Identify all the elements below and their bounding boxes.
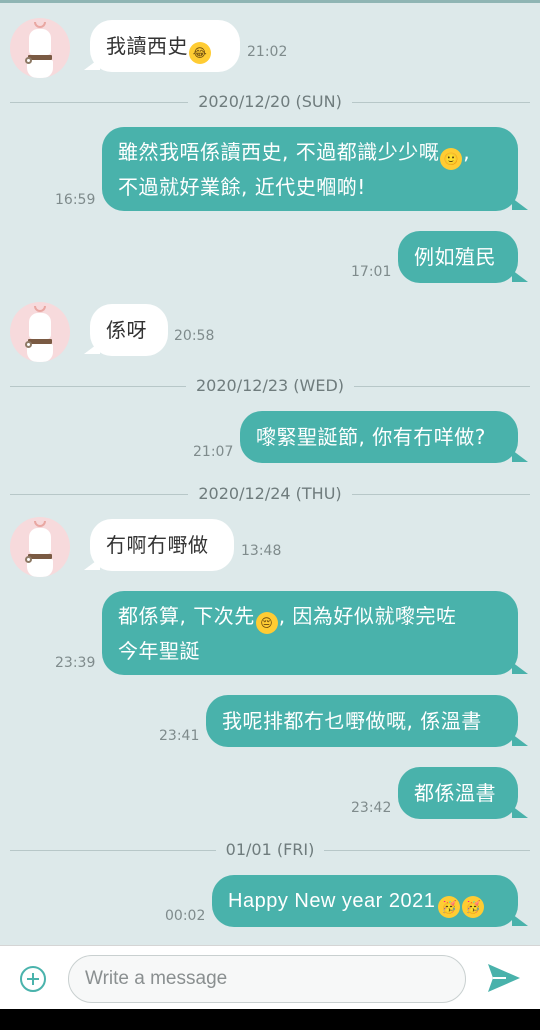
composer-bar	[0, 945, 540, 1009]
bubble-tail	[512, 662, 528, 674]
party-face-emoji-icon: 🥳	[462, 896, 485, 918]
message-bubble-outgoing[interactable]: 嚟緊聖誕節, 你有冇咩做?	[240, 411, 518, 463]
bubble-tail	[512, 806, 528, 818]
date-label: 2020/12/23 (WED)	[185, 376, 355, 395]
top-divider	[0, 0, 540, 3]
chat-area[interactable]: 我讀西史 😂 21:02 2020/12/20 (SUN) 雖然我唔係讀西史, 不…	[0, 0, 540, 945]
message-bubble-outgoing[interactable]: 都係溫書	[398, 767, 518, 819]
contact-avatar[interactable]	[10, 18, 70, 78]
message-text: 係呀	[106, 318, 147, 342]
send-icon[interactable]	[486, 962, 522, 994]
message-bubble-incoming[interactable]: 冇啊冇嘢做	[90, 519, 234, 571]
system-nav-bar	[0, 1009, 540, 1030]
message-text: Happy New year 2021	[228, 890, 436, 912]
message-text: 都係算, 下次先	[118, 604, 255, 628]
message-bubble-outgoing[interactable]: Happy New year 2021 🥳 🥳	[212, 875, 518, 927]
smiling-emoji-icon: 🙂	[440, 148, 463, 170]
date-label: 01/01 (FRI)	[215, 840, 325, 859]
message-time: 13:48	[241, 543, 282, 559]
message-bubble-outgoing[interactable]: 例如殖民	[398, 231, 518, 283]
bubble-tail	[512, 450, 528, 462]
laughing-emoji-icon: 😂	[189, 42, 211, 64]
message-time: 23:41	[159, 728, 200, 744]
message-bubble-incoming[interactable]: 係呀	[90, 304, 168, 356]
message-bubble-outgoing[interactable]: 都係算, 下次先 😔, 因為好似就嚟完咗 今年聖誕	[102, 591, 518, 675]
message-text: 例如殖民	[414, 245, 496, 269]
message-text: 不過就好業餘, 近代史嗰啲!	[118, 175, 366, 199]
message-time: 16:59	[55, 192, 96, 208]
message-text: 今年聖誕	[118, 639, 200, 663]
pensive-emoji-icon: 😔	[255, 612, 278, 634]
message-text: 我呢排都冇乜嘢做嘅, 係溫書	[222, 709, 482, 733]
message-text: 都係溫書	[414, 781, 496, 805]
message-text: 嚟緊聖誕節, 你有冇咩做?	[256, 425, 486, 449]
date-separator: 2020/12/23 (WED)	[10, 376, 530, 396]
date-separator: 2020/12/24 (THU)	[10, 484, 530, 504]
message-input[interactable]	[68, 955, 466, 1003]
party-face-emoji-icon: 🥳	[438, 896, 461, 918]
bubble-tail	[512, 914, 528, 926]
message-text: 我讀西史	[106, 34, 188, 58]
message-time: 23:39	[55, 655, 96, 671]
message-text: ,	[463, 140, 471, 164]
add-attachment-icon[interactable]	[20, 966, 46, 992]
date-label: 2020/12/20 (SUN)	[188, 92, 352, 111]
message-text: , 因為好似就嚟完咗	[278, 604, 457, 628]
message-time: 17:01	[351, 264, 392, 280]
message-text: 雖然我唔係讀西史, 不過都識少少嘅	[118, 140, 440, 164]
message-time: 21:02	[247, 44, 288, 60]
date-separator: 01/01 (FRI)	[10, 840, 530, 860]
message-time: 23:42	[351, 800, 392, 816]
bubble-tail	[512, 270, 528, 282]
message-time: 00:02	[165, 908, 206, 924]
message-bubble-outgoing[interactable]: 雖然我唔係讀西史, 不過都識少少嘅 🙂, 不過就好業餘, 近代史嗰啲!	[102, 127, 518, 211]
contact-avatar[interactable]	[10, 302, 70, 362]
message-bubble-incoming[interactable]: 我讀西史 😂	[90, 20, 240, 72]
date-separator: 2020/12/20 (SUN)	[10, 92, 530, 112]
bubble-tail	[512, 198, 528, 210]
message-bubble-outgoing[interactable]: 我呢排都冇乜嘢做嘅, 係溫書	[206, 695, 518, 747]
message-time: 21:07	[193, 444, 234, 460]
message-text: 冇啊冇嘢做	[106, 533, 209, 557]
date-label: 2020/12/24 (THU)	[188, 484, 352, 503]
bubble-tail	[512, 734, 528, 746]
contact-avatar[interactable]	[10, 517, 70, 577]
message-time: 20:58	[174, 328, 215, 344]
